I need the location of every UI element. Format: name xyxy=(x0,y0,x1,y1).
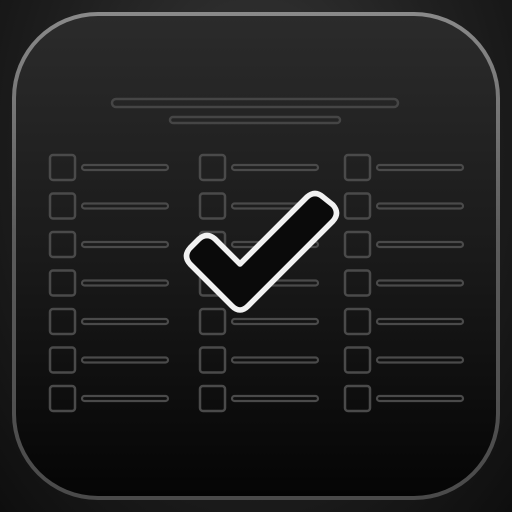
checkbox-icon xyxy=(343,269,372,297)
checkbox-icon xyxy=(343,192,372,220)
checklist-row xyxy=(48,384,170,413)
checklist-row xyxy=(198,346,320,374)
header-lines xyxy=(110,97,400,125)
checkbox-icon xyxy=(198,192,227,220)
checkbox-icon xyxy=(48,346,77,374)
checklist-row xyxy=(343,346,465,374)
checklist-item-line xyxy=(375,240,465,249)
checklist-row xyxy=(343,230,465,259)
checklist-artwork xyxy=(48,97,465,413)
checkbox-icon xyxy=(343,153,372,182)
checklist-item-line xyxy=(80,394,170,403)
checklist-row xyxy=(48,269,170,297)
checklist-row xyxy=(343,192,465,220)
checkbox-icon xyxy=(198,346,227,374)
header-line-secondary xyxy=(168,115,342,125)
checklist-row xyxy=(48,307,170,336)
checklist-row xyxy=(343,384,465,413)
checklist-item-line xyxy=(80,240,170,249)
checklist-row xyxy=(48,192,170,220)
checklist-item-line xyxy=(80,356,170,364)
checkbox-icon xyxy=(198,384,227,413)
checklist-row xyxy=(198,307,320,336)
checklist-item-line xyxy=(80,317,170,326)
checklist-item-line xyxy=(230,163,320,172)
checklist-item-line xyxy=(80,202,170,210)
checklist-item-line xyxy=(375,356,465,364)
header-line-primary xyxy=(110,97,400,109)
checklist-item-line xyxy=(375,279,465,287)
checkbox-icon xyxy=(343,384,372,413)
checklist-row xyxy=(48,346,170,374)
checklist-item-line xyxy=(375,163,465,172)
checklist-item-line xyxy=(375,317,465,326)
checklist-item-line xyxy=(80,163,170,172)
checkbox-icon xyxy=(48,269,77,297)
checklist-row xyxy=(343,153,465,182)
checklist-item-line xyxy=(230,394,320,403)
checklist-row xyxy=(48,153,170,182)
checkbox-icon xyxy=(48,192,77,220)
checklist-row xyxy=(198,384,320,413)
checkbox-icon xyxy=(48,230,77,259)
checklist-item-line xyxy=(375,202,465,210)
checkbox-icon xyxy=(48,153,77,182)
checklist-item-line xyxy=(230,356,320,364)
checkbox-icon xyxy=(48,307,77,336)
checklist-item-line xyxy=(80,279,170,287)
checkbox-icon xyxy=(343,230,372,259)
checkbox-icon xyxy=(48,384,77,413)
checklist-row xyxy=(48,230,170,259)
checklist-row xyxy=(343,307,465,336)
checklist-row xyxy=(343,269,465,297)
checkbox-icon xyxy=(198,153,227,182)
checklist-item-line xyxy=(375,394,465,403)
app-icon-canvas xyxy=(0,0,512,512)
checklist-row xyxy=(198,153,320,182)
checkbox-icon xyxy=(343,346,372,374)
checkbox-icon xyxy=(198,307,227,336)
checkbox-icon xyxy=(343,307,372,336)
checkmark-shape xyxy=(183,190,340,313)
checkmark-icon xyxy=(183,190,340,313)
checklist-item-line xyxy=(230,317,320,326)
